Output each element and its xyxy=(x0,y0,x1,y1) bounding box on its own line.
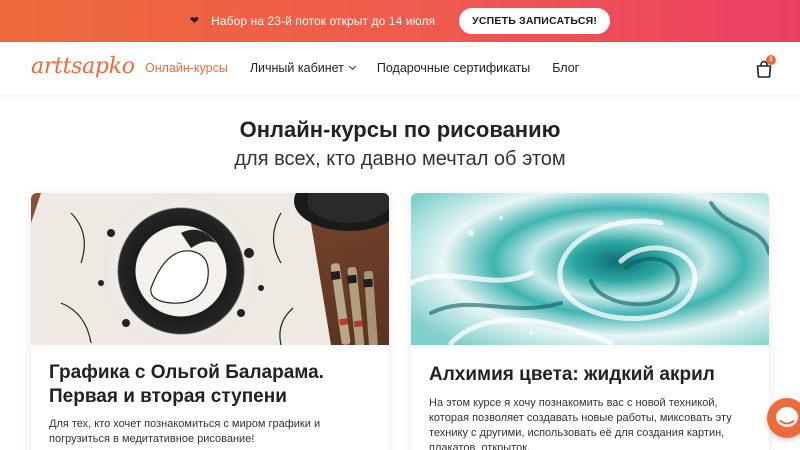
site-logo[interactable]: arttsapko xyxy=(31,54,135,79)
nav-personal-account-label: Личный кабинет xyxy=(249,61,344,75)
page-title: Онлайн-курсы по рисованию xyxy=(239,117,561,142)
nav-blog-label: Блог xyxy=(552,61,580,75)
course-image-graphics[interactable] xyxy=(31,193,389,345)
page-subtitle: для всех, кто давно мечтал об этом xyxy=(234,148,566,170)
nav-gift-certificates[interactable]: Подарочные сертификаты xyxy=(377,61,530,75)
course-title[interactable]: Алхимия цвета: жидкий акрил xyxy=(429,363,754,387)
promo-banner: ❤ Набор на 23-й поток открыт до 14 июля … xyxy=(0,0,800,42)
course-title[interactable]: Графика с Ольгой Баларама. Первая и втор… xyxy=(49,361,374,409)
cart-button[interactable]: 1 xyxy=(753,55,776,80)
nav-online-courses[interactable]: Онлайн-курсы xyxy=(145,61,228,75)
course-description: На этом курсе я хочу познакомить вас с н… xyxy=(429,397,732,450)
chat-button[interactable] xyxy=(767,398,800,438)
nav-online-courses-label: Онлайн-курсы xyxy=(145,61,228,75)
cart-count-badge: 1 xyxy=(766,55,776,65)
course-card[interactable]: Графика с Ольгой Баларама. Первая и втор… xyxy=(31,193,389,450)
chevron-down-icon xyxy=(348,62,356,71)
heart-icon: ❤ xyxy=(189,14,200,27)
chat-icon xyxy=(776,407,799,427)
promo-text: Набор на 23-й поток открыт до 14 июля xyxy=(211,14,436,28)
main-nav: Онлайн-курсы Личный кабинет Подарочные с… xyxy=(145,42,579,94)
hero: Онлайн-курсы по рисованию для всех, кто … xyxy=(0,115,800,173)
nav-blog[interactable]: Блог xyxy=(552,61,579,75)
course-image-acrylic[interactable] xyxy=(411,193,769,345)
enroll-button[interactable]: УСПЕТЬ ЗАПИСАТЬСЯ! xyxy=(459,8,611,34)
site-header: arttsapko Онлайн-курсы Личный кабинет По… xyxy=(0,42,800,94)
course-description: Для тех, кто хочет познакомиться с миром… xyxy=(49,418,321,445)
nav-gift-certificates-label: Подарочные сертификаты xyxy=(376,61,531,75)
nav-personal-account[interactable]: Личный кабинет xyxy=(249,61,356,75)
course-card[interactable]: Алхимия цвета: жидкий акрил На этом курс… xyxy=(411,193,769,450)
